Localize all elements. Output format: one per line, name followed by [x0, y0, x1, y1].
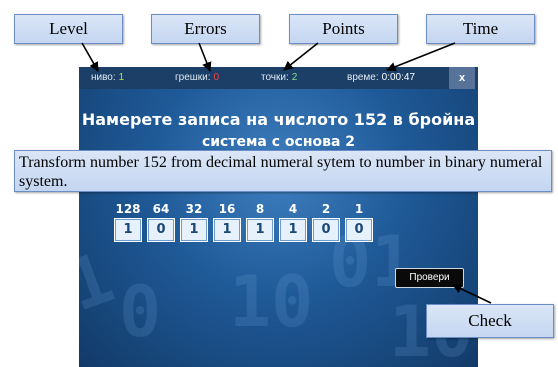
place-value-label: 16: [218, 202, 236, 216]
points-indicator: точки: 2: [261, 72, 297, 83]
annotation-errors: Errors: [151, 14, 260, 44]
place-value-label: 4: [288, 202, 298, 216]
arrow-to-time: [386, 42, 456, 72]
level-indicator: ниво: 1: [91, 72, 124, 83]
annotation-level: Level: [14, 14, 123, 44]
place-value-row: 128 64 32 16 8 4 2 1: [114, 202, 374, 218]
binary-digit-box[interactable]: 1: [180, 218, 208, 242]
errors-indicator: грешки: 0: [175, 72, 219, 83]
game-panel: 1 0 10 01 10 ниво:1 грешки:0 точки:2 вре…: [79, 67, 478, 367]
status-bar: ниво: 1 грешки: 0 точки: 2 време: 0:00:47 x: [79, 67, 478, 89]
points-value: 2: [291, 72, 298, 83]
place-value-label: 1: [354, 202, 364, 216]
binary-digit-box[interactable]: 0: [312, 218, 340, 242]
annotation-check: Check: [426, 304, 554, 338]
place-value-label: 64: [152, 202, 170, 216]
binary-digit-box[interactable]: 0: [147, 218, 175, 242]
errors-value: 0: [213, 72, 220, 83]
place-value-label: 128: [115, 202, 141, 216]
time-label: време:: [347, 72, 379, 83]
annotation-time: Time: [426, 14, 535, 44]
binary-digit-box[interactable]: 1: [114, 218, 142, 242]
task-text-line2: система с основа 2: [201, 134, 356, 150]
binary-digit-box[interactable]: 1: [246, 218, 274, 242]
place-value-label: 32: [185, 202, 203, 216]
annotation-points: Points: [289, 14, 398, 44]
binary-digit-box[interactable]: 1: [213, 218, 241, 242]
arrow-to-points: [283, 42, 319, 71]
check-button[interactable]: Провери: [395, 268, 464, 288]
time-value: 0:00:47: [381, 72, 416, 83]
place-value-label: 2: [321, 202, 331, 216]
level-label: ниво:: [91, 72, 116, 83]
binary-digit-box[interactable]: 0: [345, 218, 373, 242]
binary-digit-row: 1 0 1 1 1 1 0 0: [114, 218, 374, 242]
binary-digit-box[interactable]: 1: [279, 218, 307, 242]
close-button[interactable]: x: [449, 67, 475, 89]
task-text-line1: Намерете записа на числото 152 в бройна: [81, 110, 476, 129]
annotation-translation: Transform number 152 from decimal numera…: [14, 150, 552, 192]
points-label: точки:: [261, 72, 289, 83]
time-indicator: време: 0:00:47: [347, 72, 415, 83]
level-value: 1: [118, 72, 125, 83]
errors-label: грешки:: [175, 72, 211, 83]
place-value-label: 8: [255, 202, 265, 216]
